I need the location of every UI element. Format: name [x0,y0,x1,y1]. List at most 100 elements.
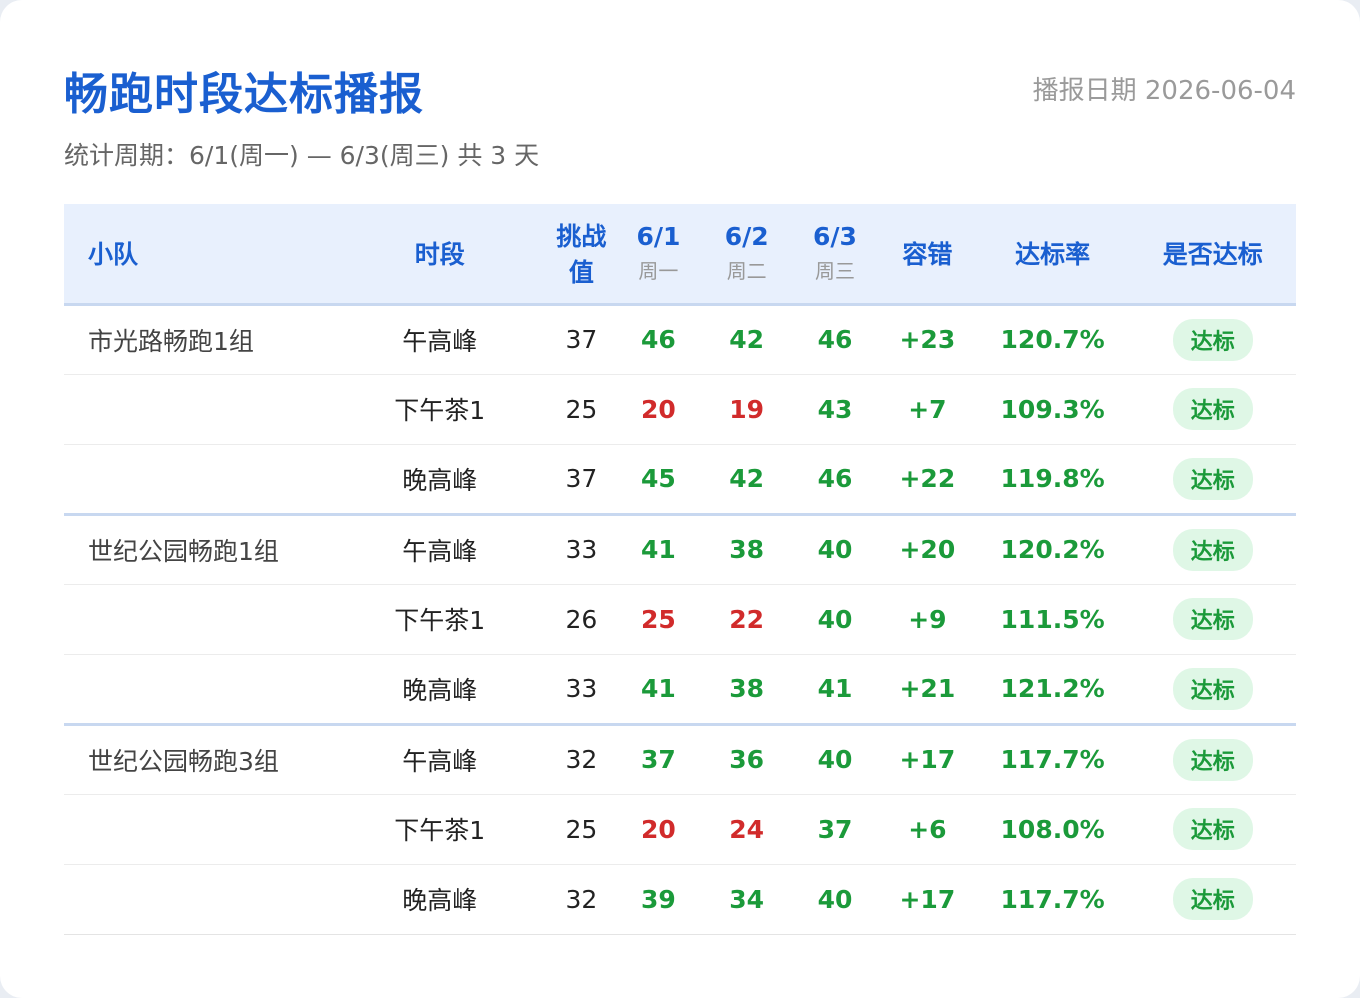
target-cell: 33 [548,654,615,726]
day-3-value-cell: 46 [790,444,880,516]
table-row: 下午茶1 26 25 22 40 +9 111.5% 达标 [64,584,1296,655]
day-1-value-cell: 20 [614,794,703,865]
day-3-value-cell: 40 [790,584,880,655]
margin-cell: +20 [879,514,976,585]
day-3-value-cell: 43 [790,374,880,445]
status-badge: 达标 [1172,667,1253,710]
status-cell: 达标 [1129,654,1296,726]
day-1-value-cell: 41 [614,514,703,585]
status-badge: 达标 [1172,808,1253,850]
day-2-value-cell: 36 [702,724,791,795]
team-cell [64,864,331,935]
target-cell: 37 [548,304,615,375]
team-cell [64,654,331,726]
status-cell: 达标 [1129,304,1296,375]
status-cell: 达标 [1129,724,1296,795]
slot-cell: 下午茶1 [330,794,549,865]
margin-cell: +22 [879,444,976,516]
team-cell [64,444,331,516]
day-2-week: 周二 [726,259,767,284]
target-cell: 26 [548,584,615,655]
page-title: 畅跑时段达标播报 [64,69,424,120]
margin-cell: +23 [879,304,976,375]
rate-cell: 117.7% [975,724,1130,795]
rate-cell: 120.7% [975,304,1130,375]
table-row: 下午茶1 25 20 24 37 +6 108.0% 达标 [64,794,1296,865]
status-badge: 达标 [1172,318,1253,361]
slot-cell: 午高峰 [330,514,549,585]
rate-cell: 108.0% [975,794,1130,865]
day-2-value-cell: 38 [702,514,791,585]
table-body: 市光路畅跑1组 午高峰 37 46 42 46 +23 120.7% 达标 下午茶1 25 20 19 4… [64,304,1296,935]
slot-cell: 下午茶1 [330,374,549,445]
day-1-value-cell: 41 [614,654,703,726]
slot-cell: 午高峰 [330,724,549,795]
status-badge: 达标 [1172,528,1253,571]
day-3-value-cell: 41 [790,654,880,726]
target-cell: 25 [548,794,615,865]
rate-cell: 109.3% [975,374,1130,445]
day-1-value-cell: 25 [614,584,703,655]
status-badge: 达标 [1172,738,1253,781]
day-1-date: 6/1 [636,222,681,252]
target-cell: 32 [548,724,615,795]
day-2-value-cell: 19 [702,374,791,445]
team-cell [64,374,331,445]
day-3-value-cell: 40 [790,514,880,585]
table-row: 晚高峰 37 45 42 46 +22 119.8% 达标 [64,444,1296,516]
day-3-value-cell: 40 [790,724,880,795]
target-cell: 25 [548,374,615,445]
col-header-target: 挑战值 [548,204,615,306]
report-date: 播报日期 2026-06-04 [1032,76,1296,106]
day-1-value-cell: 39 [614,864,703,935]
status-badge: 达标 [1172,598,1253,640]
stat-period: 统计周期：6/1(周一) — 6/3(周三) 共 3 天 [64,141,540,170]
rate-cell: 119.8% [975,444,1130,516]
col-header-margin: 容错 [879,204,976,306]
day-1-value-cell: 45 [614,444,703,516]
col-header-day-3: 6/3 周三 [790,204,880,306]
col-header-slot: 时段 [330,204,549,306]
status-cell: 达标 [1129,374,1296,445]
margin-cell: +17 [879,724,976,795]
day-2-value-cell: 42 [702,444,791,516]
target-cell: 32 [548,864,615,935]
team-cell [64,584,331,655]
margin-cell: +17 [879,864,976,935]
status-badge: 达标 [1172,388,1253,430]
status-cell: 达标 [1129,514,1296,585]
margin-cell: +6 [879,794,976,865]
day-3-value-cell: 46 [790,304,880,375]
day-3-date: 6/3 [813,222,857,252]
team-cell: 市光路畅跑1组 [64,304,331,375]
slot-cell: 晚高峰 [330,864,549,935]
day-1-value-cell: 20 [614,374,703,445]
status-cell: 达标 [1129,584,1296,655]
target-cell: 37 [548,444,615,516]
col-header-team: 小队 [64,204,331,306]
table-row: 晚高峰 32 39 34 40 +17 117.7% 达标 [64,864,1296,935]
day-1-value-cell: 37 [614,724,703,795]
team-cell [64,794,331,865]
day-3-value-cell: 37 [790,794,880,865]
status-badge: 达标 [1172,457,1253,500]
day-1-week: 周一 [638,259,679,284]
slot-cell: 晚高峰 [330,654,549,726]
slot-cell: 晚高峰 [330,444,549,516]
team-cell: 世纪公园畅跑1组 [64,514,331,585]
table-row: 市光路畅跑1组 午高峰 37 46 42 46 +23 120.7% 达标 [64,304,1296,375]
day-1-value-cell: 46 [614,304,703,375]
report-card: 畅跑时段达标播报 播报日期 2026-06-04 统计周期：6/1(周一) — … [0,0,1360,998]
slot-cell: 午高峰 [330,304,549,375]
rate-cell: 121.2% [975,654,1130,726]
rate-cell: 117.7% [975,864,1130,935]
rate-cell: 120.2% [975,514,1130,585]
day-2-value-cell: 42 [702,304,791,375]
col-header-day-1: 6/1 周一 [614,204,703,306]
slot-cell: 下午茶1 [330,584,549,655]
table-row: 晚高峰 33 41 38 41 +21 121.2% 达标 [64,654,1296,726]
day-3-value-cell: 40 [790,864,880,935]
day-2-value-cell: 34 [702,864,791,935]
margin-cell: +21 [879,654,976,726]
day-2-value-cell: 24 [702,794,791,865]
